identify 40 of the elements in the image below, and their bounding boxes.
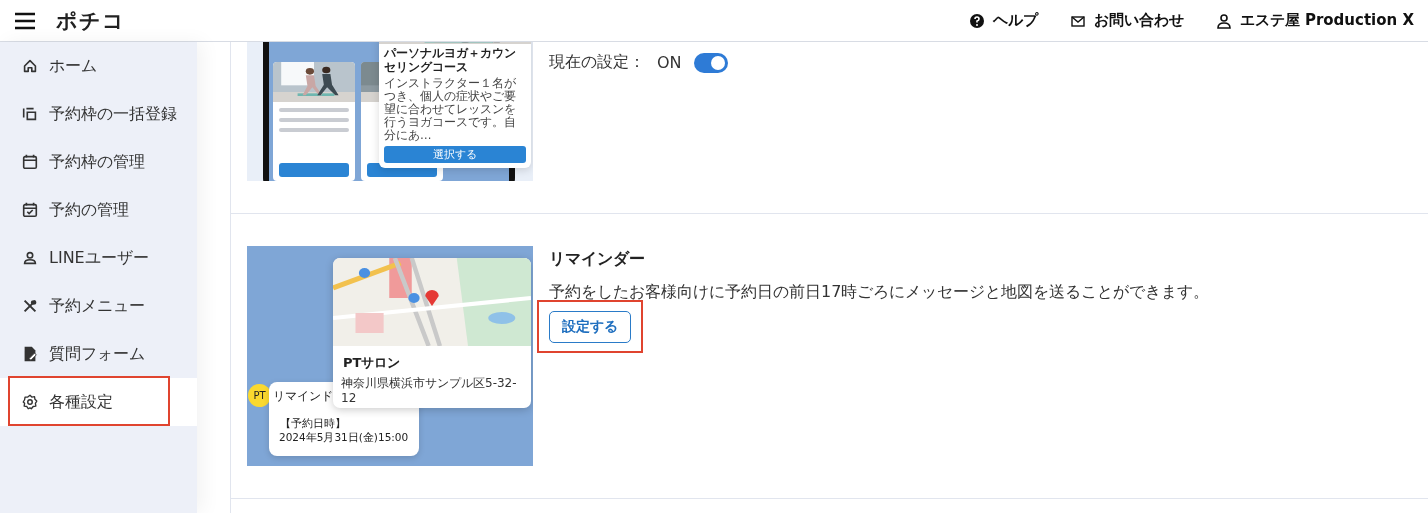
course-title: パーソナルヨガ＋カウンセリングコース [384,47,517,75]
header-link[interactable]: お問い合わせ [1069,11,1184,30]
text-line [279,118,349,122]
user-icon [21,249,39,267]
sidebar-item[interactable]: LINEユーザー [0,234,197,282]
user-icon [1215,12,1232,29]
message-date: 2024年5月31日(金)15:00 [279,431,409,445]
place-address: 神奈川県横浜市サンプル区5-32-12 [341,376,518,406]
sidebar-item[interactable]: 質問フォーム [0,330,197,378]
sidebar-item[interactable]: 予約メニュー [0,282,197,330]
current-setting-value: ON [657,53,682,72]
course-description: インストラクター１名がつき、個人の症状やご要望に合わせてレッスンを行うヨガコースです。自分にあ… [384,76,517,143]
header-link[interactable]: エステ屋 Production X [1215,11,1414,30]
home-icon [21,57,39,75]
logo[interactable]: ポチコ [56,6,125,35]
menu-icon[interactable] [14,11,36,30]
message-label: 【予約日時】 [280,417,346,431]
calendar-icon [21,153,39,171]
setting-title: リマインダー [549,249,645,270]
place-name: PTサロン [343,354,402,372]
sidebar-item[interactable]: ホーム [0,42,197,90]
text-line [279,108,349,112]
header-link[interactable]: ヘルプ [968,11,1038,30]
select-button[interactable]: 選択する [384,145,526,163]
configure-button[interactable]: 設定する [549,311,631,343]
sidebar-item[interactable]: 予約の管理 [0,186,197,234]
copy-icon [21,105,39,123]
setting-description: 予約をしたお客様向けに予約日の前日17時ごろにメッセージと地図を送ることができます。 [549,282,1210,303]
sidebar-item[interactable]: 予約枠の管理 [0,138,197,186]
sidebar-item[interactable]: 各種設定 [0,378,197,426]
help-icon [968,12,985,29]
toggle-switch[interactable] [693,52,728,73]
current-setting-label: 現在の設定： [549,52,645,73]
calendar-check-icon [21,201,39,219]
sidebar-item[interactable]: 予約枠の一括登録 [0,90,197,138]
utensils-icon [21,297,39,315]
settings-icon [21,393,39,411]
avatar: PT [248,384,271,407]
text-line [279,128,349,132]
message-title: リマインド [273,389,333,404]
